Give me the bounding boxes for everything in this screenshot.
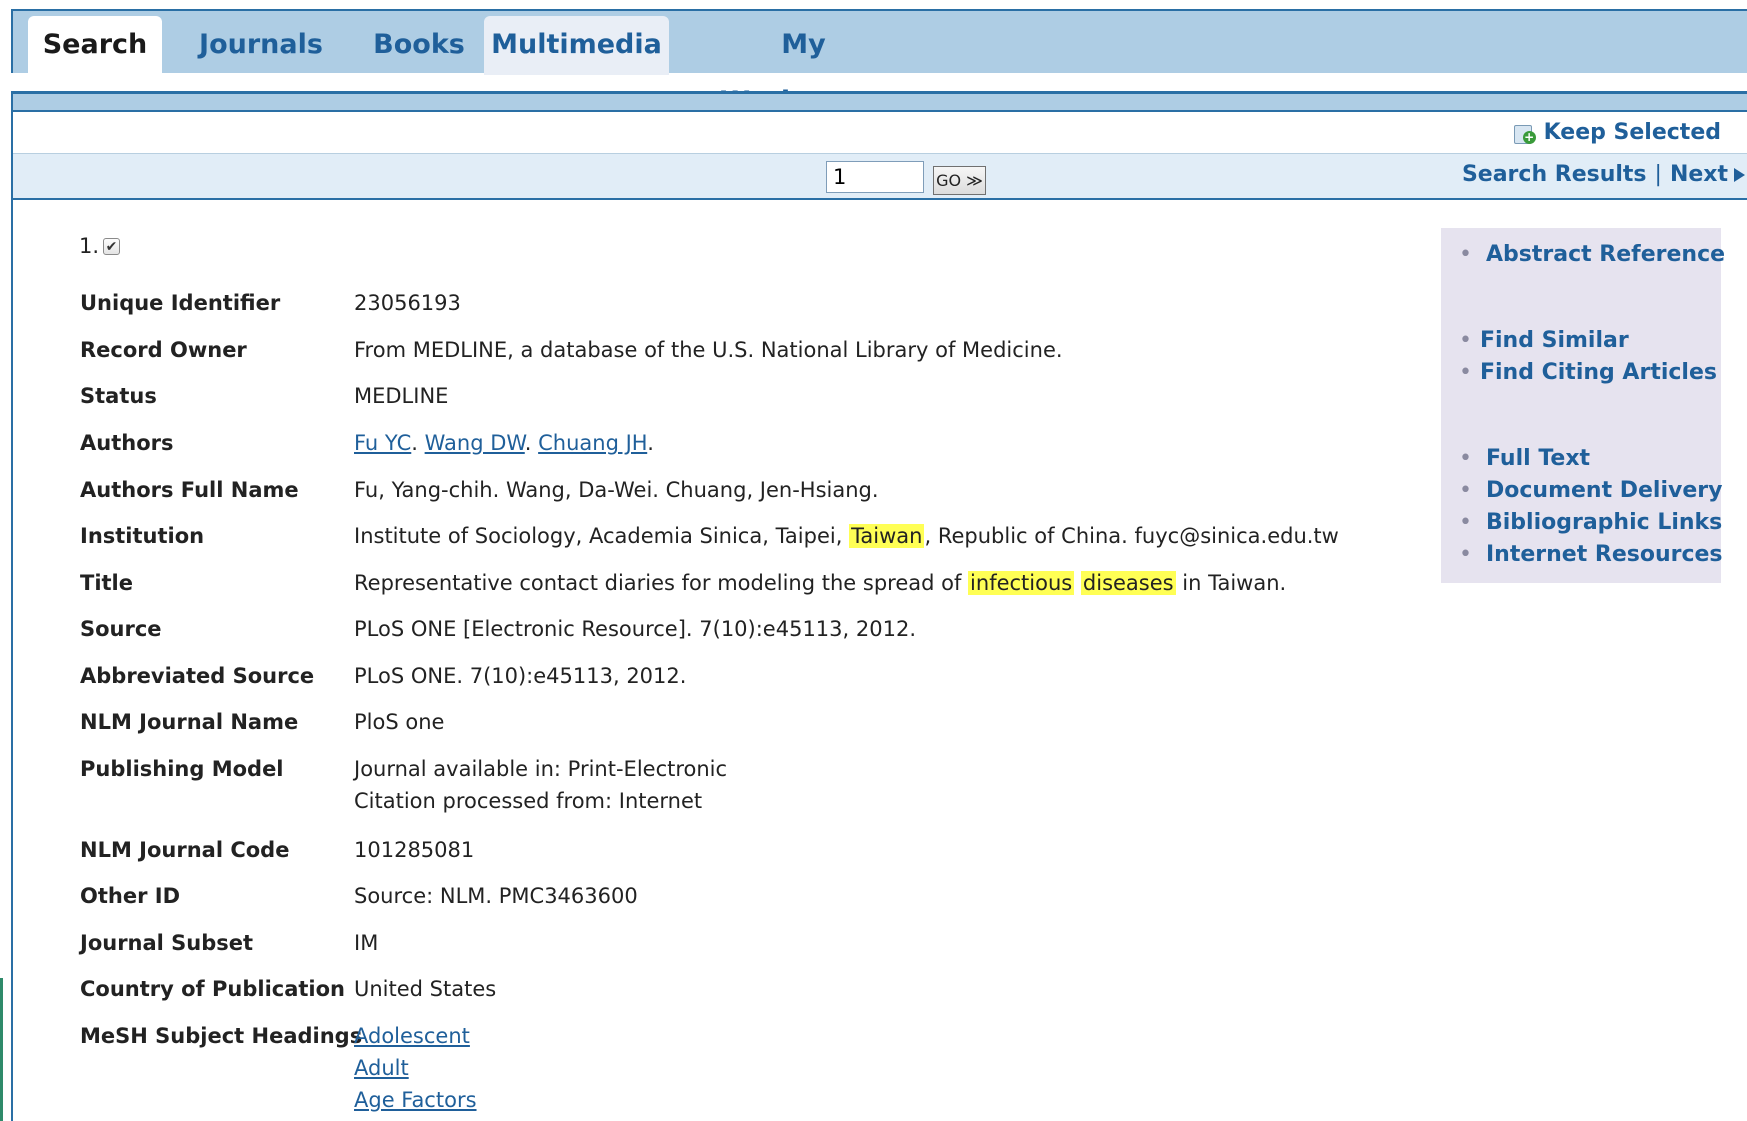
other-id-label: Other ID (80, 884, 180, 908)
nlm-journal-code-value: 101285081 (354, 838, 475, 862)
record-number: 1. ✔ (79, 234, 121, 258)
main-tab-bar: Search Journals Books Multimedia My Work… (11, 9, 1747, 117)
status-value: MEDLINE (354, 384, 449, 408)
status-label: Status (80, 384, 157, 408)
bibliographic-links-link[interactable]: • Bibliographic Links (1459, 510, 1722, 535)
nlm-journal-name-value: PloS one (354, 710, 445, 734)
journal-subset-value: IM (354, 931, 379, 955)
search-term-highlight: infectious (968, 571, 1075, 595)
record-actions-sidebar: • Abstract Reference • Find Similar • Find … (1441, 228, 1725, 583)
full-text-label: Full Text (1485, 446, 1591, 471)
tab-search[interactable]: Search (28, 16, 162, 75)
pagination-row: GO ≫ Search Results | Next (13, 154, 1747, 200)
add-page-icon: + (1512, 122, 1536, 144)
next-arrow-icon (1734, 168, 1745, 182)
record-select-checkbox[interactable]: ✔ (103, 237, 121, 255)
title-text-end: in Taiwan. (1175, 571, 1287, 595)
institution-value: Institute of Sociology, Academia Sinica,… (354, 524, 1339, 548)
nlm-journal-code-label: NLM Journal Code (80, 838, 290, 862)
country-value: United States (354, 977, 497, 1001)
unique-identifier-label: Unique Identifier (80, 291, 281, 315)
page-number-input[interactable] (826, 161, 924, 193)
institution-label: Institution (80, 524, 205, 548)
internet-resources-link[interactable]: • Internet Resources (1459, 542, 1723, 567)
next-link[interactable]: Next (1670, 162, 1745, 187)
institution-text-end: , Republic of China. fuyc@sinica.edu.tw (924, 524, 1339, 548)
full-text-link[interactable]: • Full Text (1459, 446, 1590, 471)
title-label: Title (80, 571, 134, 595)
abbreviated-source-label: Abbreviated Source (80, 664, 315, 688)
find-similar-link[interactable]: • Find Similar (1459, 328, 1629, 353)
publishing-model-line2: Citation processed from: Internet (354, 789, 703, 813)
search-results-link[interactable]: Search Results (1462, 162, 1647, 187)
search-term-highlight: Taiwan (849, 524, 925, 548)
bullet-icon: • (1459, 242, 1472, 267)
author-link[interactable]: Fu YC (354, 431, 411, 455)
result-navigation: Search Results | Next (1462, 162, 1745, 187)
mesh-heading-link[interactable]: Age Factors (354, 1088, 477, 1112)
search-term-highlight: diseases (1080, 571, 1176, 595)
abstract-reference-link[interactable]: • Abstract Reference (1459, 242, 1725, 267)
mesh-heading-link[interactable]: Adolescent (354, 1024, 470, 1048)
country-label: Country of Publication (80, 977, 346, 1001)
document-delivery-link[interactable]: • Document Delivery (1459, 478, 1722, 503)
go-button[interactable]: GO ≫ (933, 166, 986, 195)
window-edge-accent (0, 978, 3, 1121)
tab-my-workspace[interactable]: My Workspace (696, 16, 911, 117)
header-strip (13, 91, 1747, 112)
abstract-reference-label: Abstract Reference (1485, 242, 1726, 267)
tab-multimedia[interactable]: Multimedia (484, 16, 669, 75)
find-similar-label: Find Similar (1479, 328, 1629, 353)
source-value: PLoS ONE [Electronic Resource]. 7(10):e4… (354, 617, 916, 641)
record-owner-value: From MEDLINE, a database of the U.S. Nat… (354, 338, 1063, 362)
record-owner-label: Record Owner (80, 338, 247, 362)
bibliographic-links-label: Bibliographic Links (1485, 510, 1723, 535)
author-link[interactable]: Wang DW (425, 431, 525, 455)
authors-full-name-label: Authors Full Name (80, 478, 299, 502)
mesh-label: MeSH Subject Headings (80, 1024, 363, 1048)
bullet-icon: • (1459, 510, 1472, 535)
keep-selected-button[interactable]: + Keep Selected (1512, 120, 1721, 145)
mesh-heading-link[interactable]: Adult (354, 1056, 409, 1080)
bullet-icon: • (1459, 446, 1472, 471)
find-citing-articles-link[interactable]: • Find Citing Articles (1459, 360, 1717, 385)
tab-books[interactable]: Books (363, 16, 475, 75)
bullet-icon: • (1459, 478, 1472, 503)
document-delivery-label: Document Delivery (1485, 478, 1723, 503)
abbreviated-source-value: PLoS ONE. 7(10):e45113, 2012. (354, 664, 687, 688)
other-id-value: Source: NLM. PMC3463600 (354, 884, 638, 908)
title-text: Representative contact diaries for model… (354, 571, 969, 595)
bullet-icon: • (1459, 360, 1472, 385)
internet-resources-label: Internet Resources (1485, 542, 1723, 567)
title-value: Representative contact diaries for model… (354, 571, 1286, 595)
bullet-icon: • (1459, 328, 1472, 353)
bullet-icon: • (1459, 542, 1472, 567)
authors-full-name-value: Fu, Yang-chih. Wang, Da-Wei. Chuang, Jen… (354, 478, 879, 502)
authors-label: Authors (80, 431, 174, 455)
institution-text: Institute of Sociology, Academia Sinica,… (354, 524, 850, 548)
nlm-journal-name-label: NLM Journal Name (80, 710, 299, 734)
publishing-model-label: Publishing Model (80, 757, 284, 781)
author-link[interactable]: Chuang JH (538, 431, 647, 455)
publishing-model-line1: Journal available in: Print-Electronic (354, 757, 728, 781)
next-label: Next (1669, 162, 1728, 187)
keep-selected-label: Keep Selected (1543, 120, 1721, 145)
nav-separator: | (1654, 162, 1662, 187)
authors-value: Fu YC. Wang DW. Chuang JH. (354, 431, 654, 455)
find-citing-label: Find Citing Articles (1479, 360, 1717, 385)
unique-identifier-value: 23056193 (354, 291, 461, 315)
toolbar-row: + Keep Selected (13, 112, 1747, 154)
tab-journals[interactable]: Journals (189, 16, 333, 75)
source-label: Source (80, 617, 162, 641)
journal-subset-label: Journal Subset (80, 931, 254, 955)
record-index: 1. (79, 234, 100, 258)
